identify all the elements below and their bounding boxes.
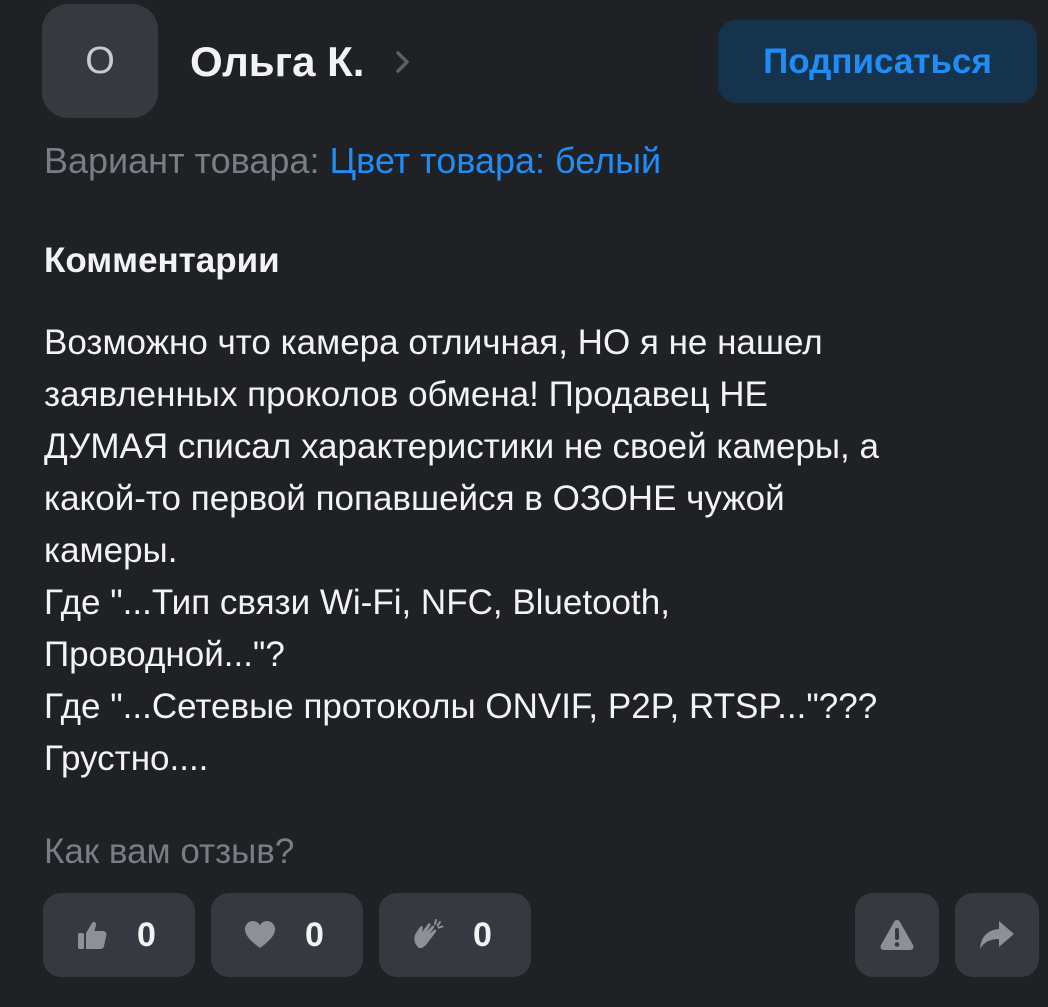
avatar-initial: О [85, 39, 115, 82]
author-name: Ольга К. [190, 38, 365, 85]
warning-icon [880, 920, 914, 950]
clap-icon [414, 919, 444, 949]
comments-heading: Комментарии [44, 241, 280, 280]
comment-line: Возможно что камера отличная, НО я не на… [44, 323, 823, 362]
thumbs-up-icon [78, 921, 107, 949]
chevron-right-icon [396, 51, 410, 73]
author-link[interactable]: Ольга К. [190, 38, 416, 86]
heart-count: 0 [305, 915, 324, 954]
subscribe-button[interactable]: Подписаться [718, 20, 1037, 103]
like-button[interactable]: 0 [43, 893, 195, 977]
variant-value-link[interactable]: Цвет товара: белый [329, 140, 661, 181]
comment-line: Проводной..."? [44, 635, 285, 674]
like-count: 0 [137, 915, 156, 954]
comment-line: камеры. [44, 531, 178, 570]
comment-line: ДУМАЯ списал характеристики не своей кам… [44, 427, 879, 466]
comment-line: заявленных проколов обмена! Продавец НЕ [44, 375, 768, 414]
comment-line: какой-то первой попавшейся в ОЗОНЕ чужой [44, 479, 785, 518]
report-button[interactable] [855, 893, 939, 977]
clap-count: 0 [473, 915, 492, 954]
share-button[interactable] [955, 893, 1039, 977]
share-icon [980, 921, 1014, 949]
product-variant: Вариант товара: Цвет товара: белый [44, 140, 661, 182]
heart-icon [245, 921, 275, 948]
comment-text: Возможно что камера отличная, НО я не на… [44, 317, 1034, 785]
avatar[interactable]: О [42, 4, 158, 118]
rate-question: Как вам отзыв? [44, 832, 295, 871]
heart-button[interactable]: 0 [211, 893, 363, 977]
comment-line: Где "...Тип связи Wi-Fi, NFC, Bluetooth, [44, 583, 670, 622]
clap-button[interactable]: 0 [379, 893, 531, 977]
subscribe-label: Подписаться [763, 41, 992, 81]
comment-line: Где "...Сетевые протоколы ONVIF, P2P, RT… [44, 687, 878, 726]
comment-line: Грустно.... [44, 739, 209, 778]
variant-label: Вариант товара: [44, 140, 320, 181]
